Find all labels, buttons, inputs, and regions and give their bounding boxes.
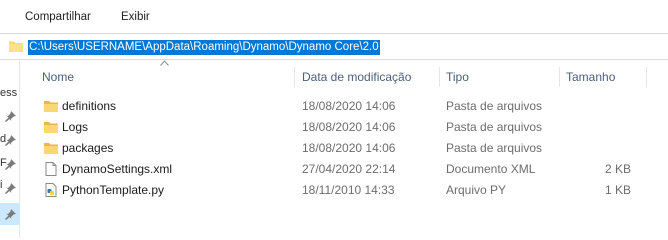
file-row[interactable]: PythonTemplate.py 18/11/2010 14:33 Arqui…: [20, 180, 668, 201]
folder-icon: [9, 41, 23, 52]
pin-icon: [5, 159, 16, 170]
file-name[interactable]: DynamoSettings.xml: [62, 162, 172, 176]
file-date: 27/04/2020 22:14: [302, 162, 396, 176]
pin-icon: [5, 135, 16, 146]
file-type: Pasta de arquivos: [446, 120, 543, 134]
file-size: 2 KB: [604, 162, 631, 176]
file-row[interactable]: Logs 18/08/2020 14:06 Pasta de arquivos: [20, 117, 668, 138]
pin-icon: [5, 183, 16, 194]
pin-icon: [5, 111, 16, 122]
tab-exibir[interactable]: Exibir: [121, 11, 150, 23]
nav-item-label[interactable]: ess: [0, 87, 17, 99]
pin-icon: [5, 209, 16, 220]
file-row[interactable]: packages 18/08/2020 14:06 Pasta de arqui…: [20, 138, 668, 159]
column-divider[interactable]: [439, 67, 440, 87]
file-type: Arquivo PY: [446, 183, 507, 197]
column-header-date[interactable]: Data de modificação: [302, 70, 411, 84]
column-header-type[interactable]: Tipo: [446, 70, 469, 84]
folder-icon: [44, 122, 58, 133]
folder-icon: [44, 143, 58, 154]
file-date: 18/11/2010 14:33: [302, 183, 395, 197]
ribbon-tabs: Compartilhar Exibir: [0, 0, 668, 32]
xml-file-icon: [45, 162, 57, 176]
file-name[interactable]: packages: [62, 141, 113, 155]
file-date: 18/08/2020 14:06: [302, 141, 396, 155]
file-name[interactable]: PythonTemplate.py: [62, 183, 164, 197]
folder-icon: [44, 101, 58, 112]
file-type: Pasta de arquivos: [446, 141, 543, 155]
file-name[interactable]: definitions: [62, 99, 116, 113]
python-file-icon: [45, 183, 57, 197]
navigation-pane[interactable]: ess d F i: [0, 61, 20, 238]
file-row[interactable]: definitions 18/08/2020 14:06 Pasta de ar…: [20, 96, 668, 117]
column-divider[interactable]: [294, 67, 295, 87]
column-divider[interactable]: [559, 67, 560, 87]
sort-ascending-icon: [160, 60, 169, 66]
file-type: Documento XML: [446, 162, 536, 176]
file-date: 18/08/2020 14:06: [302, 99, 396, 113]
address-bar[interactable]: C:\Users\USERNAME\AppData\Roaming\Dynamo…: [0, 33, 668, 60]
file-row[interactable]: DynamoSettings.xml 27/04/2020 22:14 Docu…: [20, 159, 668, 180]
file-size: 1 KB: [604, 183, 631, 197]
file-type: Pasta de arquivos: [446, 99, 543, 113]
column-header-row: Nome Data de modificação Tipo Tamanho: [20, 67, 668, 87]
nav-item-selected[interactable]: [0, 203, 20, 225]
file-name[interactable]: Logs: [62, 120, 88, 134]
address-path-input[interactable]: C:\Users\USERNAME\AppData\Roaming\Dynamo…: [28, 40, 380, 55]
column-header-name[interactable]: Nome: [42, 70, 74, 84]
file-date: 18/08/2020 14:06: [302, 120, 396, 134]
column-header-size[interactable]: Tamanho: [566, 70, 615, 84]
tab-compartilhar[interactable]: Compartilhar: [25, 11, 91, 23]
column-divider[interactable]: [646, 67, 647, 87]
nav-item-label[interactable]: i: [0, 179, 2, 191]
